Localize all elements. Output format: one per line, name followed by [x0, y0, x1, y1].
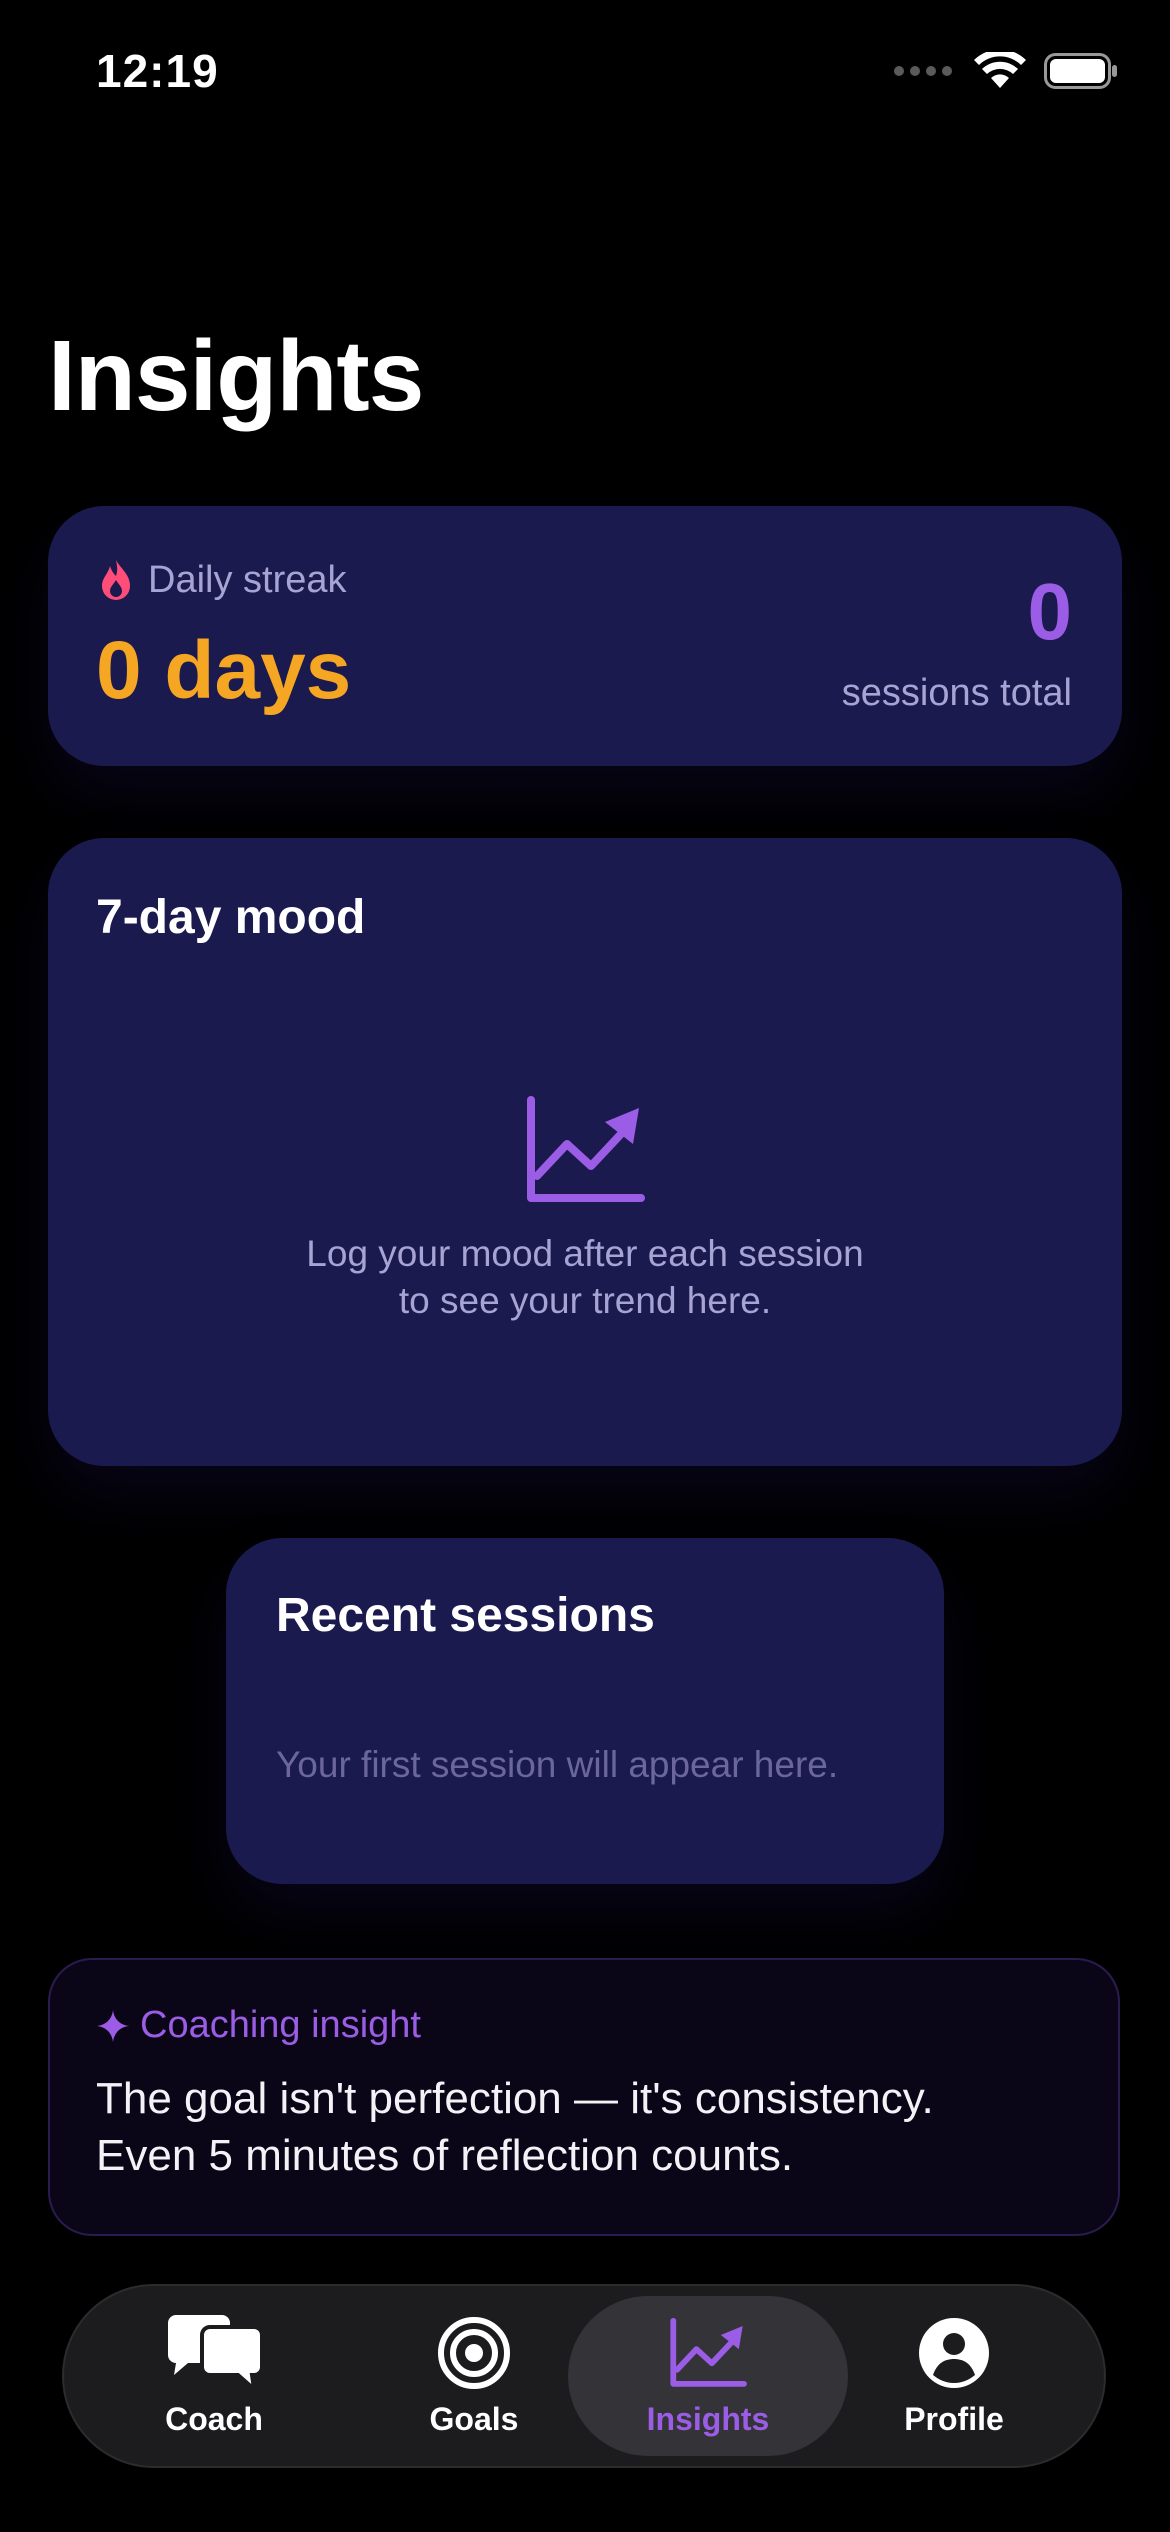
tab-coach[interactable]: Coach — [124, 2286, 304, 2466]
sessions-total-label: sessions total — [841, 672, 1072, 714]
person-circle-icon — [919, 2317, 989, 2388]
status-indicators — [894, 52, 1118, 90]
streak-card: Daily streak 0 days 0 sessions total — [48, 506, 1122, 766]
streak-label: Daily streak — [148, 558, 347, 601]
cellular-signal-icon — [894, 66, 952, 76]
tab-profile[interactable]: Profile — [864, 2286, 1044, 2466]
wifi-icon — [974, 52, 1026, 88]
tab-insights[interactable]: Insights — [568, 2296, 848, 2456]
tab-goals[interactable]: Goals — [384, 2286, 564, 2466]
streak-value: 0 days — [96, 625, 352, 716]
mood-empty-line-1: Log your mood after each session — [306, 1233, 864, 1274]
mood-card: 7-day mood Log your mood after each sess… — [48, 838, 1122, 1466]
mood-empty-line-2: to see your trend here. — [398, 1280, 772, 1321]
sessions-total-count: 0 — [1027, 567, 1073, 656]
coaching-insight-line-2: Even 5 minutes of reflection counts. — [96, 2131, 794, 2180]
trend-chart-icon — [670, 2317, 747, 2387]
coaching-insight-text: The goal isn't perfection — it's consist… — [96, 2070, 1086, 2184]
recent-sessions-empty: Your first session will appear here. — [276, 1744, 839, 1785]
sparkle-icon — [97, 2009, 129, 2042]
status-bar: 12:19 — [0, 0, 1170, 140]
status-time: 12:19 — [96, 45, 219, 97]
chat-bubbles-icon — [168, 2314, 264, 2391]
mood-card-title: 7-day mood — [96, 891, 366, 944]
trend-chart-icon — [527, 1096, 645, 1202]
coaching-insight-label: Coaching insight — [140, 2004, 421, 2046]
coaching-insight-line-1: The goal isn't perfection — it's consist… — [96, 2074, 934, 2123]
tab-coach-label: Coach — [165, 2400, 263, 2437]
coaching-insight-card: Coaching insight The goal isn't perfecti… — [48, 1958, 1120, 2236]
flame-icon — [102, 560, 130, 600]
tab-profile-label: Profile — [904, 2400, 1004, 2437]
target-icon — [438, 2316, 510, 2389]
battery-icon — [1044, 53, 1117, 89]
recent-sessions-card: Recent sessions Your first session will … — [226, 1538, 944, 1884]
mood-empty-message: Log your mood after each session to see … — [48, 1230, 1122, 1324]
tab-bar: Coach Goals Insights Profile — [62, 2284, 1106, 2468]
streak-label-row: Daily streak — [98, 558, 347, 602]
tab-goals-label: Goals — [429, 2400, 519, 2437]
tab-insights-label: Insights — [646, 2400, 770, 2437]
recent-sessions-title: Recent sessions — [276, 1589, 655, 1642]
page-title: Insights — [48, 320, 424, 432]
coaching-insight-header: Coaching insight — [96, 2004, 421, 2047]
